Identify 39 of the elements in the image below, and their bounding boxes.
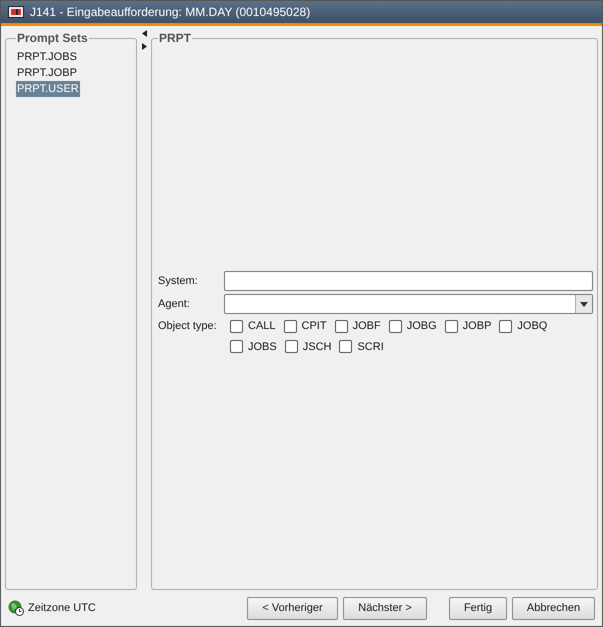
checkbox-label: CALL <box>248 319 276 334</box>
timezone-label: Zeitzone UTC <box>28 600 96 616</box>
window-title: J141 - Eingabeaufforderung: MM.DAY (0010495028) <box>30 4 310 21</box>
agent-dropdown[interactable] <box>224 294 593 314</box>
checkbox[interactable] <box>284 320 297 333</box>
dialog-button[interactable]: < Vorheriger <box>247 596 338 620</box>
field-label: System: <box>158 274 199 289</box>
checkbox[interactable] <box>444 320 458 333</box>
dialog-button[interactable]: Fertig <box>449 596 507 620</box>
checkbox-label: JSCH <box>302 340 332 354</box>
field-label: Agent: <box>158 296 191 312</box>
checkbox[interactable] <box>334 320 348 333</box>
checkbox[interactable] <box>339 340 352 354</box>
checkbox-label: JOBQ <box>517 319 548 334</box>
checkbox-label: JOBG <box>406 319 437 334</box>
field-label: Object type: <box>158 319 218 334</box>
dropdown-arrow-icon <box>580 302 588 306</box>
checkbox-label: JOBF <box>352 319 381 334</box>
globe-clock-icon <box>8 600 24 616</box>
checkbox[interactable] <box>230 340 243 354</box>
checkbox[interactable] <box>230 320 243 333</box>
panel-title: PRPT <box>158 30 192 47</box>
panel-title: Prompt Sets <box>16 30 89 47</box>
window-icon <box>8 6 24 18</box>
checkbox-label: SCRI <box>357 340 384 354</box>
checkbox[interactable] <box>388 320 402 333</box>
dialog-button[interactable]: Nächster > <box>343 596 427 620</box>
expand-right-icon[interactable] <box>142 43 146 50</box>
checkbox-label: CPIT <box>302 319 327 334</box>
checkbox-label: JOBP <box>462 319 492 334</box>
collapse-left-icon[interactable] <box>142 30 146 37</box>
checkbox-label: JOBS <box>248 340 277 354</box>
dialog-button[interactable]: Abbrechen <box>512 596 595 620</box>
checkbox[interactable] <box>284 340 298 354</box>
system-field[interactable] <box>224 271 593 291</box>
prompt-set-item[interactable]: PRPT.USER <box>16 81 80 97</box>
prompt-set-item[interactable]: PRPT.JOBS <box>16 49 78 65</box>
prompt-set-item[interactable]: PRPT.JOBP <box>16 65 78 81</box>
checkbox[interactable] <box>499 320 512 333</box>
